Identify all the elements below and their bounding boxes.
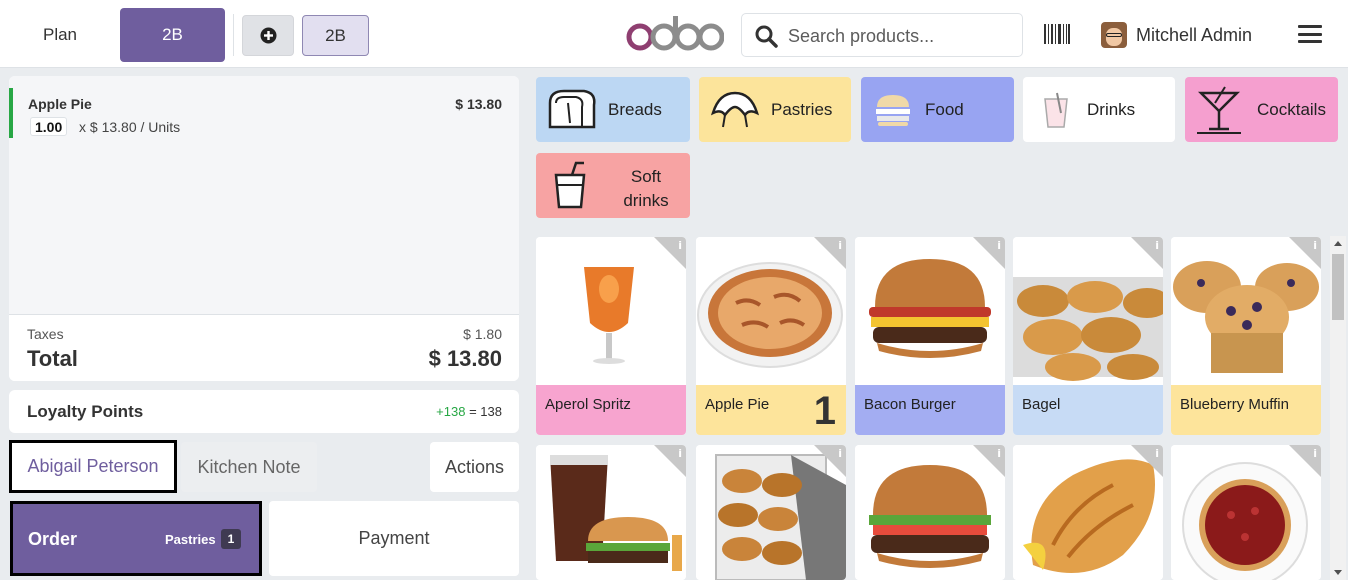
category-cocktails[interactable]: Cocktails <box>1185 77 1338 142</box>
product-name: Bagel <box>1022 396 1061 413</box>
product-card-apple-pie[interactable]: i Apple Pie 1 <box>696 237 846 435</box>
order-line-unit-price: x $ 13.80 / Units <box>79 119 181 135</box>
info-icon[interactable]: i <box>838 447 842 460</box>
search-input[interactable] <box>788 24 1013 48</box>
info-icon[interactable]: i <box>1155 239 1159 252</box>
order-lines: Apple Pie $ 13.80 1.00 x $ 13.80 / Units <box>9 76 519 314</box>
scrollbar-thumb[interactable] <box>1332 254 1344 320</box>
category-soft-drinks[interactable]: Soft drinks <box>536 153 690 218</box>
category-label: Soft drinks <box>623 167 669 210</box>
category-pastries[interactable]: Pastries <box>699 77 851 142</box>
info-icon[interactable]: i <box>838 239 842 252</box>
order-category-label: Pastries <box>165 532 216 547</box>
category-label: Drinks <box>1087 100 1136 119</box>
product-card-blueberry-muffin[interactable]: i Blueberry Muffin <box>1171 237 1321 435</box>
customer-button[interactable]: Abigail Peterson <box>9 440 177 493</box>
order-button[interactable]: Order Pastries 1 <box>10 501 262 576</box>
info-icon[interactable]: i <box>997 447 1001 460</box>
category-drinks[interactable]: Drinks <box>1023 77 1175 142</box>
category-label: Food <box>925 100 964 119</box>
product-card[interactable]: i <box>1013 445 1163 580</box>
total-label: Total <box>27 346 78 371</box>
hamburger-menu-icon[interactable] <box>1298 25 1322 43</box>
loyalty-points: Loyalty Points +138 = 138 <box>9 390 519 433</box>
product-card-bagel[interactable]: i Bagel <box>1013 237 1163 435</box>
kitchen-note-button[interactable]: Kitchen Note <box>181 442 317 492</box>
product-name: Blueberry Muffin <box>1180 396 1289 413</box>
search-icon <box>755 25 778 48</box>
barcode-icon[interactable] <box>1044 24 1070 44</box>
drink-glass-icon <box>1044 92 1068 128</box>
product-card[interactable]: i <box>855 445 1005 580</box>
plan-button[interactable]: Plan <box>0 8 120 62</box>
product-card-bacon-burger[interactable]: i Bacon Burger <box>855 237 1005 435</box>
info-icon[interactable]: i <box>678 239 682 252</box>
product-card-aperol-spritz[interactable]: i Aperol Spritz <box>536 237 686 435</box>
croissant-icon <box>710 91 760 128</box>
loyalty-label: Loyalty Points <box>27 402 144 421</box>
total-value: $ 13.80 <box>428 346 502 371</box>
order-count-badge: 1 <box>221 529 241 549</box>
category-label: Cocktails <box>1257 100 1326 119</box>
product-label: Bacon Burger <box>855 385 1005 435</box>
product-name: Bacon Burger <box>864 396 956 413</box>
taxes-label: Taxes <box>27 326 64 342</box>
actions-button[interactable]: Actions <box>430 442 519 492</box>
order-panel: Apple Pie $ 13.80 1.00 x $ 13.80 / Units… <box>9 76 519 381</box>
category-label: Pastries <box>771 100 833 119</box>
taxes-value: $ 1.80 <box>463 326 502 342</box>
category-breads[interactable]: Breads <box>536 77 690 142</box>
product-scrollbar[interactable] <box>1330 236 1346 580</box>
loyalty-value: +138 = 138 <box>436 404 502 419</box>
product-card[interactable]: i <box>536 445 686 580</box>
product-card[interactable]: i <box>1171 445 1321 580</box>
soft-drink-icon <box>554 161 586 209</box>
order-button-label: Order <box>28 529 78 549</box>
search-box <box>741 13 1023 57</box>
info-icon[interactable]: i <box>997 239 1001 252</box>
order-line-qty: 1.00 <box>30 117 68 136</box>
order-line[interactable]: Apple Pie $ 13.80 1.00 x $ 13.80 / Units <box>9 88 519 138</box>
top-bar: Plan 2B 2B Mitchell Admin <box>0 0 1348 68</box>
order-line-price: $ 13.80 <box>455 96 502 112</box>
scroll-up-arrow-icon[interactable] <box>1334 241 1342 246</box>
bread-icon <box>548 89 596 129</box>
add-order-button[interactable] <box>242 15 294 56</box>
product-name: Aperol Spritz <box>545 396 631 413</box>
table-button[interactable]: 2B <box>120 8 225 62</box>
cocktail-icon <box>1197 86 1241 134</box>
info-icon[interactable]: i <box>1313 447 1317 460</box>
product-card[interactable]: i <box>696 445 846 580</box>
product-label: Bagel <box>1013 385 1163 435</box>
info-icon[interactable]: i <box>678 447 682 460</box>
info-icon[interactable]: i <box>1155 447 1159 460</box>
odoo-logo <box>626 16 724 51</box>
order-tab-2b[interactable]: 2B <box>302 15 369 56</box>
category-label: Breads <box>608 100 662 119</box>
scroll-down-arrow-icon[interactable] <box>1334 570 1342 575</box>
product-label: Apple Pie 1 <box>696 385 846 435</box>
order-totals: Taxes $ 1.80 Total $ 13.80 <box>9 314 519 381</box>
product-name: Apple Pie <box>705 396 770 413</box>
avatar <box>1101 22 1127 48</box>
category-food[interactable]: Food <box>861 77 1014 142</box>
product-label: Aperol Spritz <box>536 385 686 435</box>
info-icon[interactable]: i <box>1313 239 1317 252</box>
burger-icon <box>876 95 910 126</box>
product-label: Blueberry Muffin <box>1171 385 1321 435</box>
divider <box>233 14 234 56</box>
product-qty: 1 <box>813 389 836 433</box>
user-menu[interactable]: Mitchell Admin <box>1101 21 1252 49</box>
plus-circle-icon <box>260 27 276 44</box>
payment-button[interactable]: Payment <box>269 501 519 576</box>
user-name: Mitchell Admin <box>1136 24 1253 45</box>
order-line-name: Apple Pie <box>28 96 92 112</box>
